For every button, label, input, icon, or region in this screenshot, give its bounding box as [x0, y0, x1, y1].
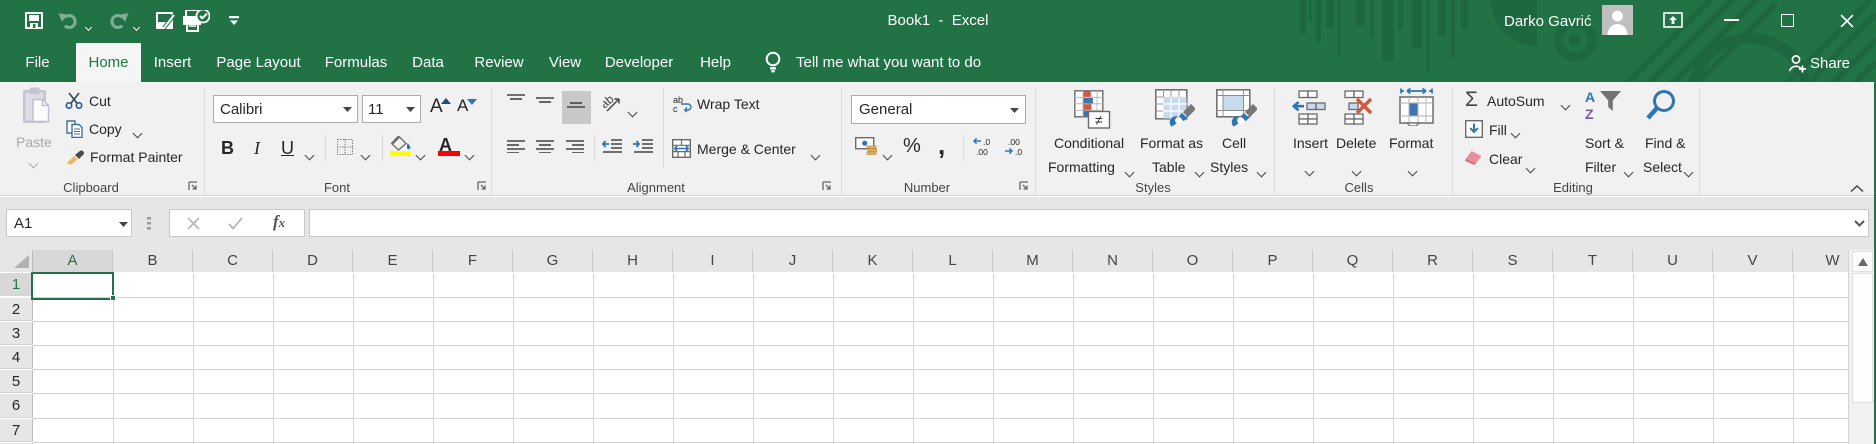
svg-text:.00: .00 — [1008, 137, 1020, 147]
svg-text:≠: ≠ — [1095, 112, 1103, 128]
svg-text:.0: .0 — [1015, 147, 1022, 157]
svg-text:c: c — [673, 104, 678, 113]
svg-text:.00: .00 — [976, 147, 988, 157]
svg-text:.0: .0 — [983, 137, 990, 147]
svg-text:Z: Z — [1585, 106, 1594, 120]
svg-text:A: A — [1585, 89, 1595, 105]
